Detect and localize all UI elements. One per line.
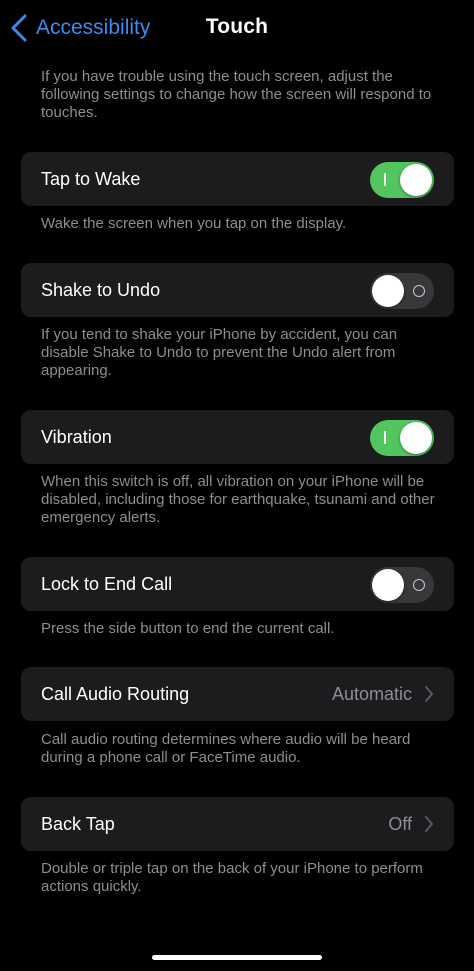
setting-row-shake-to-undo: Shake to Undo: [21, 263, 454, 317]
setting-label: Call Audio Routing: [41, 684, 190, 704]
intro-note: If you have trouble using the touch scre…: [41, 68, 432, 121]
shake-to-undo-toggle[interactable]: [370, 273, 434, 309]
touch-settings-screen: Accessibility Touch If you have trouble …: [0, 0, 474, 971]
setting-row-lock-to-end-call: Lock to End Call: [21, 557, 454, 611]
setting-label: Lock to End Call: [41, 574, 173, 594]
setting-value: Off: [388, 814, 412, 834]
setting-note: Double or triple tap on the back of your…: [41, 860, 423, 895]
vibration-toggle[interactable]: [370, 420, 434, 456]
toggle-knob: [400, 422, 432, 454]
toggle-on-indicator: [384, 431, 386, 444]
chevron-right-icon: [425, 686, 433, 702]
tap-to-wake-toggle[interactable]: [370, 162, 434, 198]
setting-note: If you tend to shake your iPhone by acci…: [41, 326, 398, 379]
toggle-off-indicator: [413, 579, 425, 591]
setting-note: Call audio routing determines where audi…: [41, 731, 411, 766]
toggle-off-indicator: [413, 285, 425, 297]
setting-note: Wake the screen when you tap on the disp…: [41, 215, 347, 232]
setting-row-tap-to-wake: Tap to Wake: [21, 152, 454, 206]
lock-to-end-call-toggle[interactable]: [370, 567, 434, 603]
setting-note: When this switch is off, all vibration o…: [41, 473, 435, 526]
home-indicator[interactable]: [152, 955, 322, 960]
toggle-knob: [372, 569, 404, 601]
setting-note: Press the side button to end the current…: [41, 620, 335, 637]
chevron-right-icon: [425, 816, 433, 832]
toggle-on-indicator: [384, 173, 386, 186]
setting-row-vibration: Vibration: [21, 410, 454, 464]
setting-row-back-tap[interactable]: Back Tap Off: [21, 797, 454, 851]
setting-label: Shake to Undo: [41, 280, 161, 300]
toggle-knob: [372, 275, 404, 307]
setting-row-call-audio-routing[interactable]: Call Audio Routing Automatic: [21, 667, 454, 721]
setting-label: Vibration: [41, 427, 112, 447]
setting-value: Automatic: [331, 684, 412, 704]
navigation-bar: Accessibility Touch: [0, 0, 474, 56]
toggle-knob: [400, 164, 432, 196]
setting-label: Tap to Wake: [41, 169, 141, 189]
page-title: Touch: [205, 15, 269, 38]
setting-label: Back Tap: [41, 814, 115, 834]
